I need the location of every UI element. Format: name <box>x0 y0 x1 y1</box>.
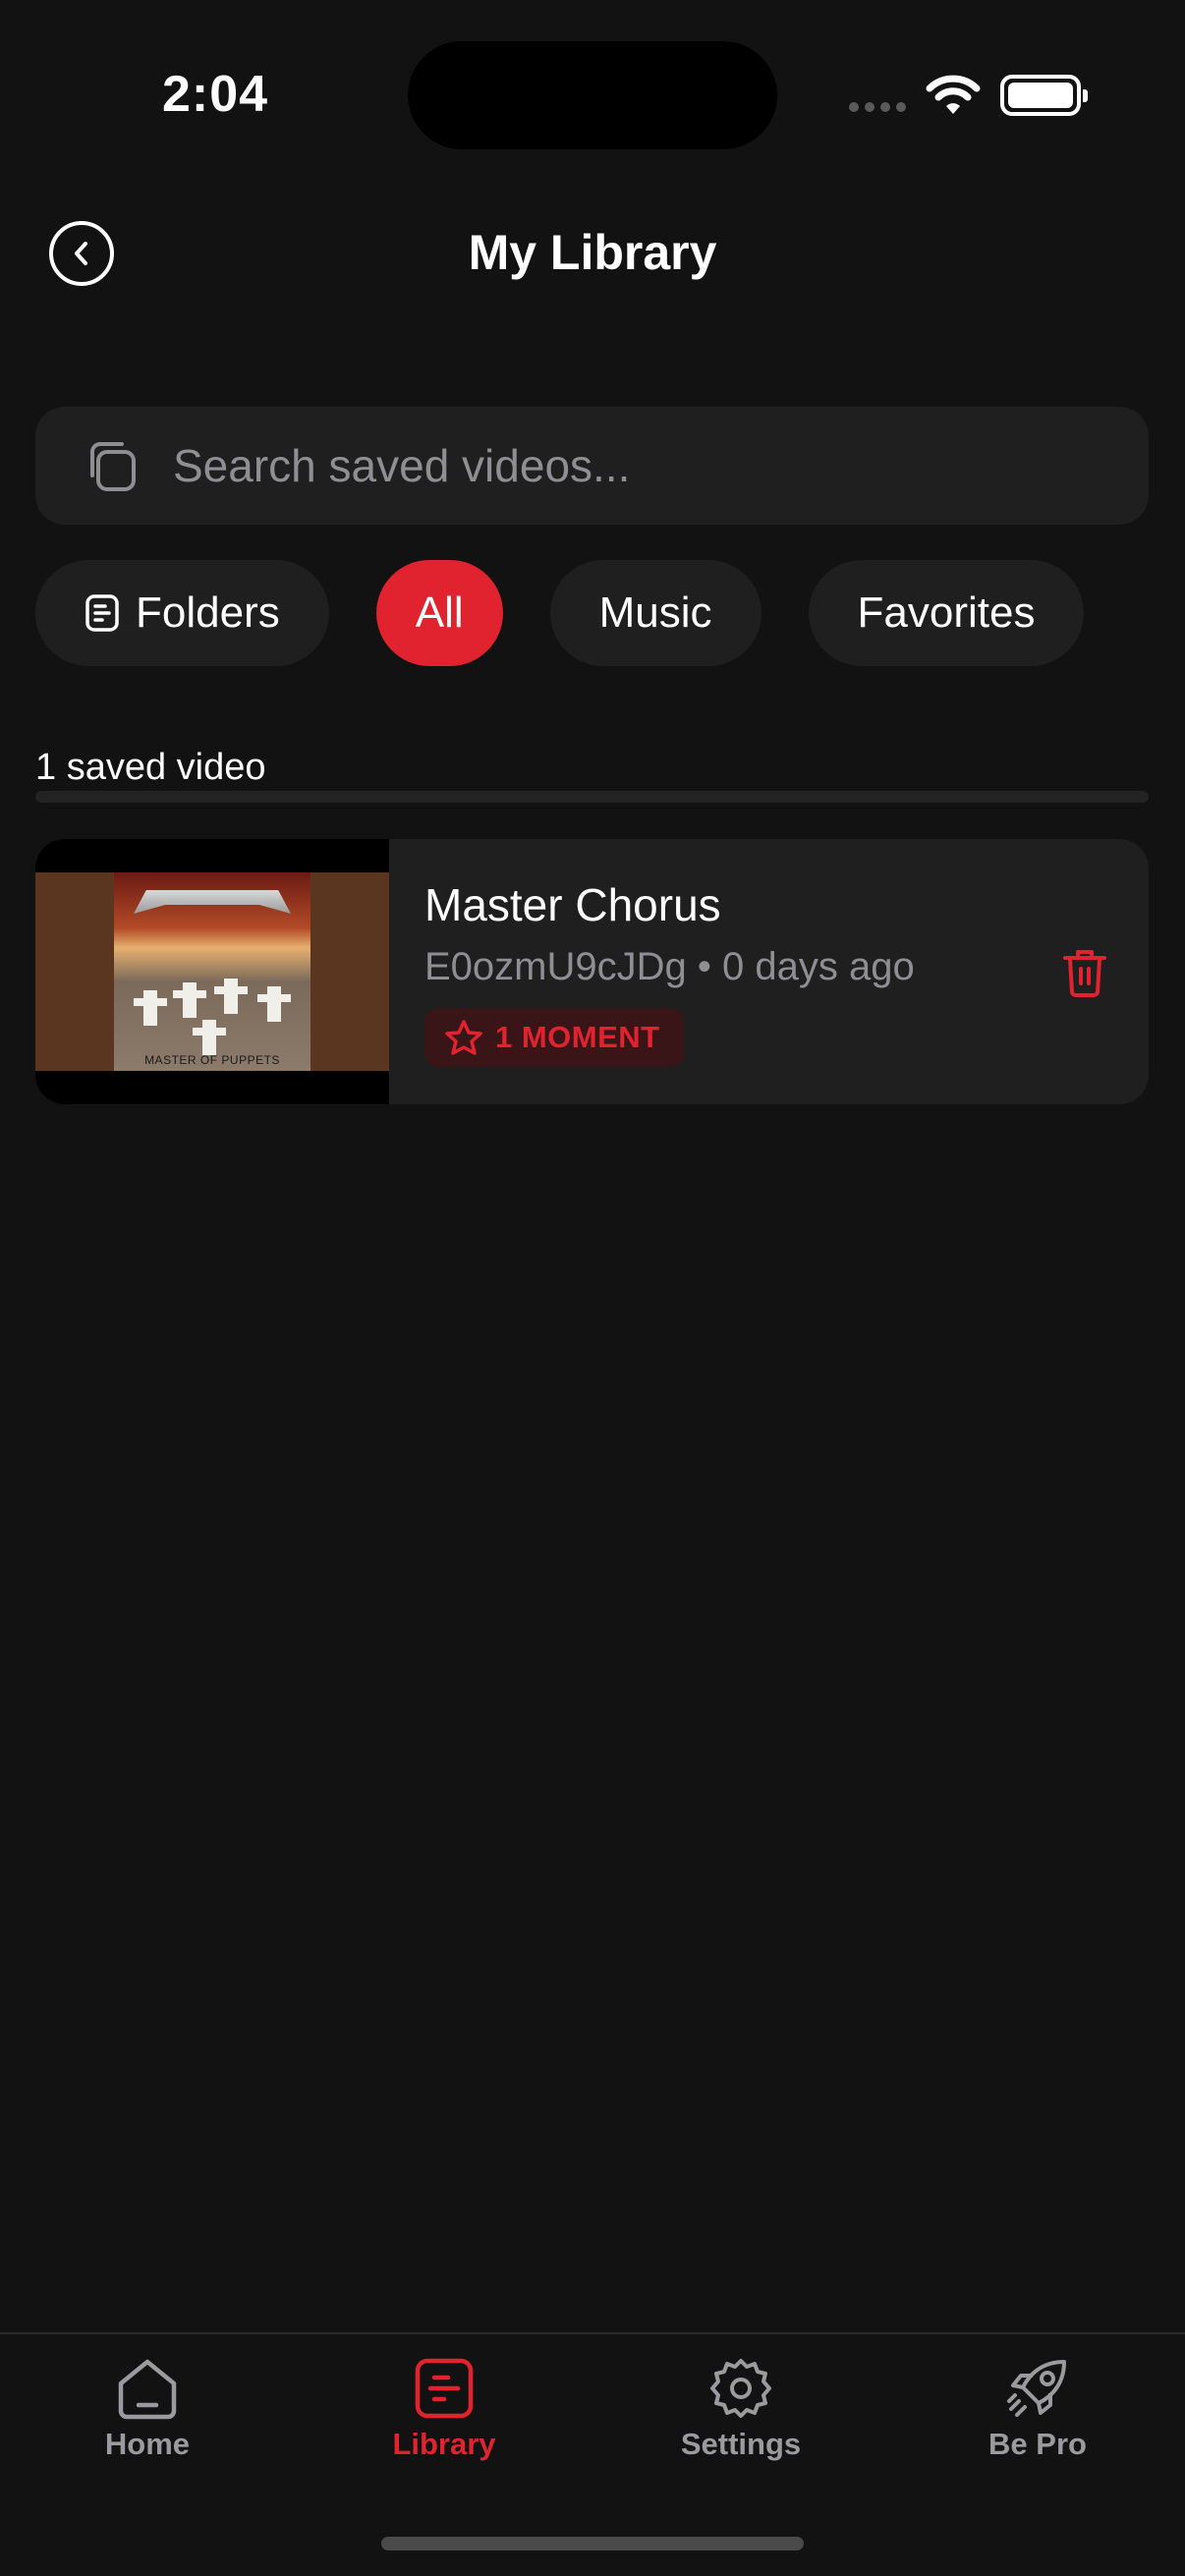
filter-chip-favorites[interactable]: Favorites <box>808 560 1085 666</box>
video-thumbnail[interactable]: MASTER OF PUPPETS <box>35 839 389 1104</box>
moment-badge: 1 MOMENT <box>424 1008 684 1067</box>
wifi-icon <box>926 75 981 114</box>
filter-chip-label: Folders <box>136 588 280 637</box>
status-time: 2:04 <box>162 66 269 123</box>
video-card[interactable]: MASTER OF PUPPETS Master Chorus E0ozmU9c… <box>35 839 1149 1104</box>
nav-label-settings: Settings <box>680 2427 802 2461</box>
nav-label-home: Home <box>104 2427 191 2461</box>
cross-shape <box>134 990 167 1026</box>
dynamic-island <box>408 41 777 149</box>
nav-item-home[interactable]: Home <box>29 2356 265 2462</box>
nav-item-library[interactable]: Library <box>326 2356 562 2462</box>
folder-icon <box>85 594 119 632</box>
home-icon <box>118 2359 177 2420</box>
search-input[interactable] <box>173 439 1057 492</box>
cellular-signal-icon <box>849 102 906 112</box>
search-box[interactable] <box>35 407 1149 525</box>
library-icon <box>415 2358 474 2419</box>
nav-label-be-pro: Be Pro <box>988 2427 1087 2461</box>
delete-button[interactable] <box>1057 945 1112 1000</box>
cross-shape <box>173 982 206 1018</box>
divider <box>35 791 1149 803</box>
page-title: My Library <box>468 225 717 280</box>
nav-label-library: Library <box>392 2427 496 2461</box>
home-indicator[interactable] <box>381 2537 804 2550</box>
filter-chip-label: Music <box>598 588 712 637</box>
nav-item-be-pro[interactable]: Be Pro <box>920 2356 1156 2462</box>
filter-chip-all[interactable]: All <box>375 560 503 666</box>
thumbnail-art: MASTER OF PUPPETS <box>35 872 389 1071</box>
saved-count: 1 saved video <box>35 747 266 788</box>
cross-shape <box>257 986 291 1022</box>
filter-chip-label: All <box>415 588 464 637</box>
band-logo <box>134 890 291 914</box>
trash-icon <box>1063 950 1106 997</box>
video-title: Master Chorus <box>424 879 721 930</box>
battery-icon <box>1000 75 1088 116</box>
nav-item-settings[interactable]: Settings <box>623 2356 859 2462</box>
filter-chip-folders[interactable]: Folders <box>35 560 329 666</box>
library-screen: 2:04 My Library Folders All <box>0 0 1185 2576</box>
copy-icon <box>90 442 136 491</box>
gear-icon <box>710 2359 771 2418</box>
cross-shape <box>214 979 248 1014</box>
star-icon <box>445 1020 482 1055</box>
rocket-icon <box>1007 2360 1066 2417</box>
filter-chip-label: Favorites <box>857 588 1036 637</box>
video-meta: E0ozmU9cJDg • 0 days ago <box>424 945 915 988</box>
filter-chips: Folders All Music Favorites <box>35 560 1085 666</box>
filter-chip-music[interactable]: Music <box>549 560 762 666</box>
album-cover: MASTER OF PUPPETS <box>114 872 310 1071</box>
cross-shape <box>193 1020 226 1055</box>
moment-badge-label: 1 MOMENT <box>495 1020 660 1054</box>
album-caption: MASTER OF PUPPETS <box>144 1053 280 1067</box>
